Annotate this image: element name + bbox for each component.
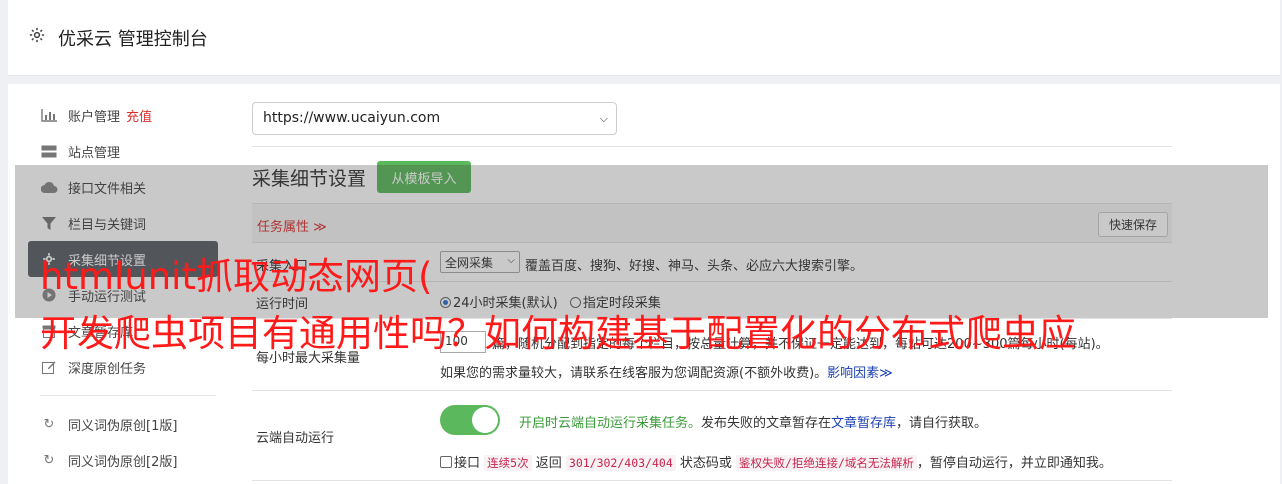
sidebar-item-label: 同义词伪原创[1版]	[68, 418, 178, 434]
sidebar-item-label: 账户管理	[68, 109, 121, 125]
api-code: 鉴权失败/拒绝连接/域名无法解析	[736, 455, 917, 471]
cloud-on-text: 开启时云端自动运行采集任务。	[519, 416, 702, 431]
divider	[252, 480, 1172, 481]
sidebar-item-synonym-v2[interactable]: ↻ 同义词伪原创[2版]	[28, 442, 218, 478]
sidebar-item-label: 深度原创任务	[68, 361, 147, 377]
app-title: 优采云 管理控制台	[58, 29, 208, 50]
gear-icon	[28, 26, 46, 44]
api-text: 接口	[454, 456, 481, 471]
refresh-icon: ↻	[43, 452, 55, 468]
cloud-desc-text: 发布失败的文章暂存在	[701, 416, 832, 431]
bar-chart-icon	[40, 108, 58, 122]
overlay-title-line2: 开发爬虫项目有通用性吗？如何构建基于配置化的分布式爬虫应	[40, 312, 1076, 355]
divider	[252, 146, 1172, 147]
top-header: 优采云 管理控制台	[8, 0, 1280, 76]
refresh-icon: ↻	[43, 416, 55, 432]
influence-factors-link[interactable]: 影响因素≫	[827, 366, 893, 381]
note-text: 如果您的需求量较大，请联系在线客服为您调配资源(不额外收费)。	[440, 366, 828, 381]
sidebar-item-synonym-v1[interactable]: ↻ 同义词伪原创[1版]	[28, 406, 218, 442]
sidebar-item-sites[interactable]: 站点管理	[28, 133, 218, 169]
api-pause-option: 接口 连续5次 返回 301/302/403/404 状态码或 鉴权失败/拒绝连…	[440, 452, 1112, 471]
api-text: 状态码或	[679, 456, 732, 471]
site-select[interactable]: https://www.ucaiyun.com ⌵	[252, 102, 617, 135]
api-code: 连续5次	[484, 455, 532, 471]
chevron-down-icon: ⌵	[599, 112, 608, 125]
sidebar-item-label: 站点管理	[68, 145, 121, 161]
cloud-run-description: 开启时云端自动运行采集任务。发布失败的文章暂存在文章暂存库，请自行获取。	[519, 412, 987, 431]
cloud-desc-text: ，请自行获取。	[896, 416, 988, 431]
sidebar-divider	[40, 395, 216, 396]
api-code: 301/302/403/404	[565, 455, 676, 471]
server-icon	[40, 144, 58, 158]
overlay-title-line1: htmlunit抓取动态网页(	[40, 255, 433, 298]
edit-icon	[40, 360, 58, 374]
sidebar-item-label: 同义词伪原创[2版]	[68, 454, 178, 470]
article-store-link[interactable]: 文章暂存库	[831, 416, 896, 431]
api-pause-checkbox[interactable]	[440, 456, 452, 468]
site-select-value: https://www.ucaiyun.com	[263, 110, 441, 126]
api-text: ，暂停自动运行，并立即通知我。	[916, 456, 1112, 471]
sidebar-item-account[interactable]: 账户管理 充值	[28, 97, 218, 133]
cloud-run-label: 云端自动运行	[256, 431, 335, 446]
cloud-run-toggle[interactable]	[440, 405, 500, 435]
toggle-knob	[472, 407, 498, 433]
api-text: 返回	[535, 456, 562, 471]
divider	[252, 390, 1172, 391]
max-per-hour-note: 如果您的需求量较大，请联系在线客服为您调配资源(不额外收费)。影响因素≫	[440, 362, 893, 381]
recharge-link[interactable]: 充值	[126, 106, 152, 125]
